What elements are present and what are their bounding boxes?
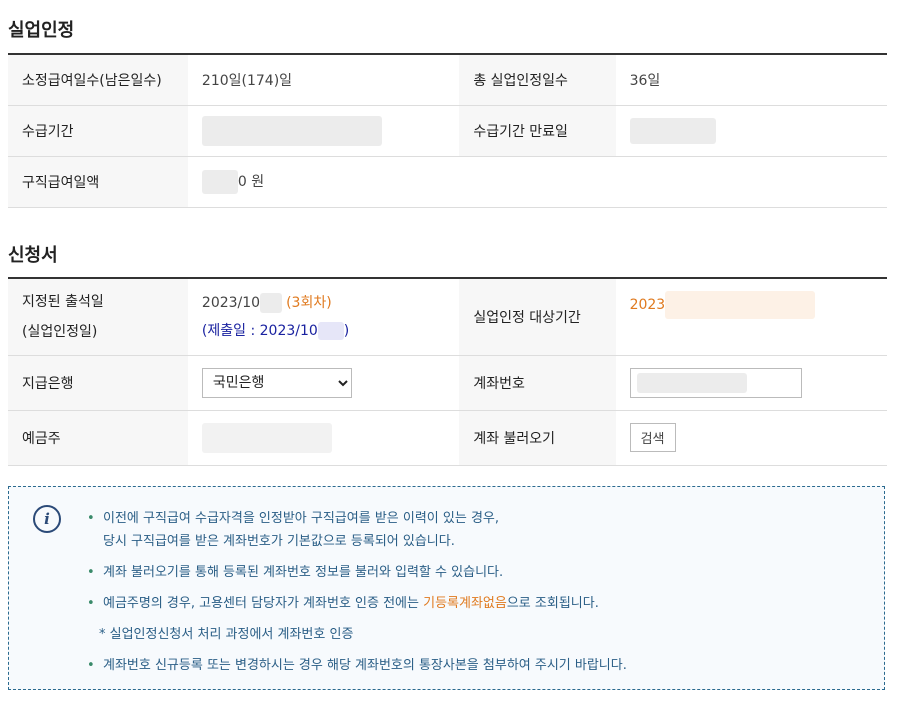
search-button[interactable]: 검색: [629, 423, 676, 452]
bullet: •: [87, 596, 95, 611]
notice-line: 계좌 불러오기를 통해 등록된 계좌번호 정보를 불러와 입력할 수 있습니다.: [103, 565, 504, 580]
notice-line: 이전에 구직급여 수급자격을 인정받아 구직급여를 받은 이력이 있는 경우,: [103, 511, 499, 526]
account-holder-value: [187, 410, 460, 466]
recognition-summary-table: 소정급여일수(남은일수) 210일(174)일 총 실업인정일수 36일 수급기…: [8, 53, 887, 208]
payment-bank-cell: 국민은행: [187, 355, 460, 411]
notice-line-suffix: 으로 조회됩니다.: [506, 596, 599, 611]
fetch-account-label: 계좌 불러오기: [459, 410, 616, 466]
payment-bank-label: 지급은행: [8, 355, 188, 411]
fetch-account-cell: 검색: [615, 410, 887, 466]
redacted-block: [260, 292, 283, 313]
section-title-unemployment-recognition: 실업인정: [8, 20, 75, 41]
submission-date-suffix: ): [343, 322, 350, 339]
attendance-date: 2023/10: [201, 294, 261, 311]
target-period-label: 실업인정 대상기간: [459, 278, 616, 356]
table-row: 소정급여일수(남은일수) 210일(174)일 총 실업인정일수 36일: [8, 54, 887, 106]
account-holder-label: 예금주: [8, 410, 188, 466]
empty-cell: [615, 156, 887, 208]
bullet: •: [87, 511, 95, 526]
total-recognition-days-label: 총 실업인정일수: [459, 54, 616, 106]
notice-line: 당시 구직급여를 받은 계좌번호가 기본값으로 등록되어 있습니다.: [103, 534, 455, 549]
notice-item: • 계좌 불러오기를 통해 등록된 계좌번호 정보를 불러와 입력할 수 있습니…: [87, 561, 627, 584]
attendance-round: (3회차): [286, 294, 332, 311]
account-number-label: 계좌번호: [459, 355, 616, 411]
redacted-block: [201, 115, 382, 146]
notice-highlight: 기등록계좌없음: [423, 596, 507, 611]
table-row: 구직급여일액 0 원: [8, 156, 887, 208]
account-number-input[interactable]: [629, 367, 802, 398]
notice-list: • 이전에 구직급여 수급자격을 인정받아 구직급여를 받은 이력이 있는 경우…: [87, 507, 627, 685]
benefit-period-value: [187, 105, 460, 157]
table-row: 수급기간 수급기간 만료일: [8, 105, 887, 157]
notice-item: • 계좌번호 신규등록 또는 변경하시는 경우 해당 계좌번호의 통장사본을 첨…: [87, 654, 627, 677]
daily-benefit-amount-label: 구직급여일액: [8, 156, 188, 208]
account-number-cell: [615, 355, 887, 411]
benefit-period-end-label: 수급기간 만료일: [459, 105, 616, 157]
notice-item: • 이전에 구직급여 수급자격을 인정받아 구직급여를 받은 이력이 있는 경우…: [87, 507, 627, 553]
redacted-block: [201, 169, 238, 194]
empty-cell: [459, 156, 616, 208]
attendance-date-label: 지정된 출석일 (실업인정일): [8, 278, 188, 356]
info-icon: i: [33, 505, 61, 533]
target-period-value: 2023: [615, 278, 887, 356]
attendance-date-label-line2: (실업인정일): [22, 323, 98, 340]
notice-line: 계좌번호 신규등록 또는 변경하시는 경우 해당 계좌번호의 통장사본을 첨부하…: [103, 658, 627, 673]
bullet: •: [87, 658, 95, 673]
account-notice-box: i • 이전에 구직급여 수급자격을 인정받아 구직급여를 받은 이력이 있는 …: [8, 486, 885, 690]
benefit-period-end-value: [615, 105, 887, 157]
target-period-start: 2023: [629, 297, 666, 313]
benefit-days-label: 소정급여일수(남은일수): [8, 54, 188, 106]
application-form-table: 지정된 출석일 (실업인정일) 2023/10 (3회차) (제출일 : 2023…: [8, 277, 887, 466]
notice-item: • 예금주명의 경우, 고용센터 담당자가 계좌번호 인증 전에는 기등록계좌없…: [87, 592, 627, 615]
redacted-block: [665, 291, 816, 319]
benefit-period-label: 수급기간: [8, 105, 188, 157]
redacted-block: [636, 372, 747, 393]
table-row: 예금주 계좌 불러오기 검색: [8, 410, 887, 466]
redacted-block: [201, 422, 332, 453]
submission-date-prefix: (제출일 : 2023/10: [201, 322, 318, 339]
benefit-days-value: 210일(174)일: [187, 54, 460, 106]
attendance-date-line: 2023/10 (3회차): [202, 289, 445, 317]
bullet: •: [87, 565, 95, 580]
submission-date-line: (제출일 : 2023/10): [202, 317, 445, 345]
notice-line-prefix: 예금주명의 경우, 고용센터 담당자가 계좌번호 인증 전에는: [103, 596, 424, 611]
section-title-application: 신청서: [8, 245, 58, 266]
attendance-date-value: 2023/10 (3회차) (제출일 : 2023/10): [187, 278, 460, 356]
redacted-block: [317, 321, 344, 340]
daily-benefit-amount-suffix: 0 원: [237, 173, 265, 190]
payment-bank-select[interactable]: 국민은행: [201, 367, 352, 398]
redacted-block: [629, 117, 716, 144]
notice-line: * 실업인정신청서 처리 과정에서 계좌번호 인증: [99, 627, 354, 642]
total-recognition-days-value: 36일: [615, 54, 887, 106]
table-row: 지급은행 국민은행 계좌번호: [8, 355, 887, 411]
attendance-date-label-line1: 지정된 출석일: [22, 293, 104, 310]
daily-benefit-amount-value: 0 원: [187, 156, 460, 208]
notice-subitem: * 실업인정신청서 처리 과정에서 계좌번호 인증: [87, 623, 627, 646]
table-row: 지정된 출석일 (실업인정일) 2023/10 (3회차) (제출일 : 2023…: [8, 278, 887, 356]
